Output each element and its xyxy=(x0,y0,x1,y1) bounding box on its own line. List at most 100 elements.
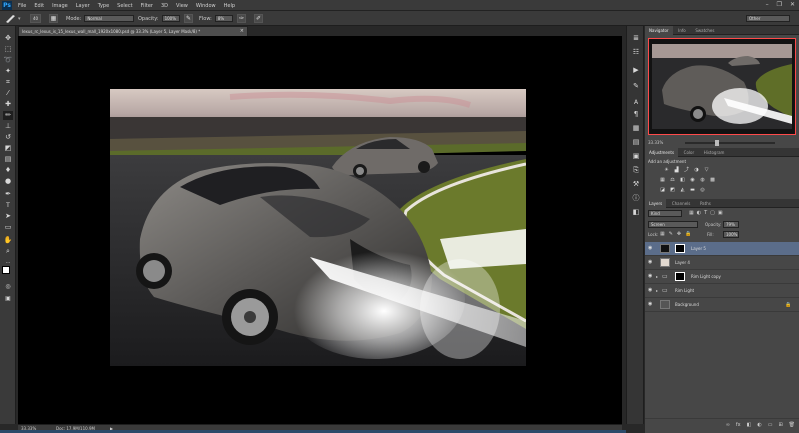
layer-style-icon[interactable]: fx xyxy=(736,419,741,430)
opacity-input[interactable]: 100% xyxy=(161,15,180,22)
quick-mask-icon[interactable]: ◎ xyxy=(3,282,13,291)
levels-icon[interactable]: ▟ xyxy=(673,167,680,173)
tool-presets-icon[interactable]: ⚒ xyxy=(630,180,642,189)
lock-icons[interactable]: ▦✎✥🔒 xyxy=(660,231,695,237)
layer-name[interactable]: Rim Light xyxy=(675,284,694,298)
brush-size-picker[interactable]: 40 xyxy=(30,14,41,23)
navigator-view-box[interactable] xyxy=(648,38,796,135)
crop-tool-icon[interactable]: ⌗ xyxy=(3,78,13,87)
quick-select-tool-icon[interactable]: ✦ xyxy=(3,67,13,76)
brush-tool-preset[interactable]: ▾ xyxy=(4,14,21,23)
group-mask-thumbnail[interactable] xyxy=(675,272,685,281)
layer-filter-dropdown[interactable]: Kind xyxy=(648,210,682,217)
menu-help[interactable]: Help xyxy=(224,3,235,9)
type-tool-icon[interactable]: T xyxy=(3,201,13,210)
menu-view[interactable]: View xyxy=(176,3,188,9)
actions-panel-icon[interactable]: ▶ xyxy=(630,66,642,75)
layer-opacity-input[interactable]: 79% xyxy=(723,221,739,228)
tab-paths[interactable]: Paths xyxy=(696,199,715,208)
dodge-tool-icon[interactable]: ● xyxy=(3,177,13,186)
tab-layers[interactable]: Layers xyxy=(645,199,667,208)
navigator-zoom-handle[interactable] xyxy=(715,140,719,146)
menu-image[interactable]: Image xyxy=(52,3,68,9)
blur-tool-icon[interactable]: ♦ xyxy=(3,166,13,175)
eyedropper-tool-icon[interactable]: ⁄ xyxy=(3,89,13,98)
group-expand-icon[interactable]: ▸ xyxy=(656,274,658,279)
character-panel-icon[interactable]: A xyxy=(630,98,642,107)
eye-icon[interactable]: ◉ xyxy=(648,288,654,293)
pen-tool-icon[interactable]: ✒ xyxy=(3,190,13,199)
fill-input[interactable]: 100% xyxy=(723,231,739,238)
new-group-icon[interactable]: ▭ xyxy=(768,419,773,430)
menu-type[interactable]: Type xyxy=(98,3,109,9)
brush-presets-icon[interactable]: ✎ xyxy=(630,82,642,91)
flow-input[interactable]: 8% xyxy=(214,15,233,22)
restore-button[interactable]: ❐ xyxy=(777,1,782,8)
mode-dropdown[interactable]: Normal xyxy=(84,15,135,22)
photo-filter-icon[interactable]: ◉ xyxy=(689,177,696,183)
clone-stamp-tool-icon[interactable]: ⊥ xyxy=(3,122,13,131)
layer-comps-icon[interactable]: ◧ xyxy=(630,208,642,217)
styles-panel-icon[interactable]: ▦ xyxy=(630,124,642,133)
layer-name[interactable]: Background xyxy=(675,298,699,312)
brush-panel-toggle[interactable]: ▦ xyxy=(49,14,58,23)
menu-edit[interactable]: Edit xyxy=(34,3,44,9)
navigator-zoom-value[interactable]: 33.33% xyxy=(648,140,663,145)
layer-filter-kind[interactable]: Kind xyxy=(648,210,682,217)
healing-brush-tool-icon[interactable]: ✚ xyxy=(3,100,13,109)
gradient-tool-icon[interactable]: ▤ xyxy=(3,155,13,164)
navigator-thumbnail[interactable] xyxy=(648,38,796,135)
menu-window[interactable]: Window xyxy=(196,3,216,9)
info-panel-icon[interactable]: ⓘ xyxy=(630,194,642,203)
eye-icon[interactable]: ◉ xyxy=(648,274,654,279)
move-tool-icon[interactable]: ✥ xyxy=(3,34,13,43)
tab-info[interactable]: Info xyxy=(674,26,690,35)
layer-row[interactable]: ◉ ▸ ▭ Rim Light xyxy=(645,284,799,298)
eye-icon[interactable]: ◉ xyxy=(648,302,654,307)
vibrance-icon[interactable]: ▽ xyxy=(703,167,710,173)
threshold-icon[interactable]: ◭ xyxy=(679,187,686,193)
tab-navigator[interactable]: Navigator xyxy=(645,26,673,35)
menu-layer[interactable]: Layer xyxy=(76,3,90,9)
link-layers-icon[interactable]: ∞ xyxy=(726,419,730,430)
minimize-button[interactable]: – xyxy=(766,1,769,8)
curves-icon[interactable]: ⤴ xyxy=(683,167,690,173)
blend-mode-dropdown[interactable]: Screen xyxy=(648,221,698,228)
navigator-zoom-slider[interactable] xyxy=(685,140,775,146)
path-select-tool-icon[interactable]: ➤ xyxy=(3,212,13,221)
menu-filter[interactable]: Filter xyxy=(141,3,153,9)
channel-mixer-icon[interactable]: ◍ xyxy=(699,177,706,183)
color-lookup-icon[interactable]: ▩ xyxy=(709,177,716,183)
tab-color[interactable]: Color xyxy=(680,148,698,157)
hand-tool-icon[interactable]: ✋ xyxy=(3,236,13,245)
layer-row[interactable]: ◉ Background 🔒 xyxy=(645,298,799,312)
layer-name[interactable]: Rim Light copy xyxy=(691,270,721,284)
gradient-map-icon[interactable]: ▬ xyxy=(689,187,696,193)
add-mask-icon[interactable]: ◧ xyxy=(747,419,752,430)
shape-tool-icon[interactable]: ▭ xyxy=(3,223,13,232)
layer-name[interactable]: Layer 4 xyxy=(675,256,690,270)
eraser-tool-icon[interactable]: ◩ xyxy=(3,144,13,153)
pressure-opacity-toggle[interactable]: ✎ xyxy=(184,14,193,23)
marquee-tool-icon[interactable]: ⬚ xyxy=(3,45,13,54)
layer-name[interactable]: Layer 5 xyxy=(691,242,706,256)
eye-icon[interactable]: ◉ xyxy=(648,260,654,265)
black-white-icon[interactable]: ◧ xyxy=(679,177,686,183)
foreground-color-swatch[interactable] xyxy=(2,266,10,274)
pressure-size-toggle[interactable]: ✐ xyxy=(254,14,263,23)
layer-row[interactable]: ◉ Layer 5 xyxy=(645,242,799,256)
new-adjustment-icon[interactable]: ◐ xyxy=(757,419,761,430)
document-tab[interactable]: lexus_rc_lexus_is_15_lexus_wall_mall_192… xyxy=(18,26,248,36)
close-document-icon[interactable]: × xyxy=(240,27,244,36)
zoom-tool-icon[interactable]: ⌕ xyxy=(3,247,13,256)
selective-color-icon[interactable]: ◎ xyxy=(699,187,706,193)
layer-row[interactable]: ◉ Layer 4 xyxy=(645,256,799,270)
tab-swatches[interactable]: Swatches xyxy=(691,26,718,35)
clone-source-icon[interactable]: ⎘ xyxy=(630,166,642,175)
menu-file[interactable]: File xyxy=(18,3,26,9)
layer-filter-icons[interactable]: ▦◐T▢▣ xyxy=(689,210,726,216)
exposure-icon[interactable]: ◑ xyxy=(693,167,700,173)
workspace-dropdown[interactable]: Other xyxy=(746,15,790,22)
properties-panel-icon[interactable]: ☷ xyxy=(630,48,642,57)
screen-mode-icon[interactable]: ▣ xyxy=(3,294,13,303)
